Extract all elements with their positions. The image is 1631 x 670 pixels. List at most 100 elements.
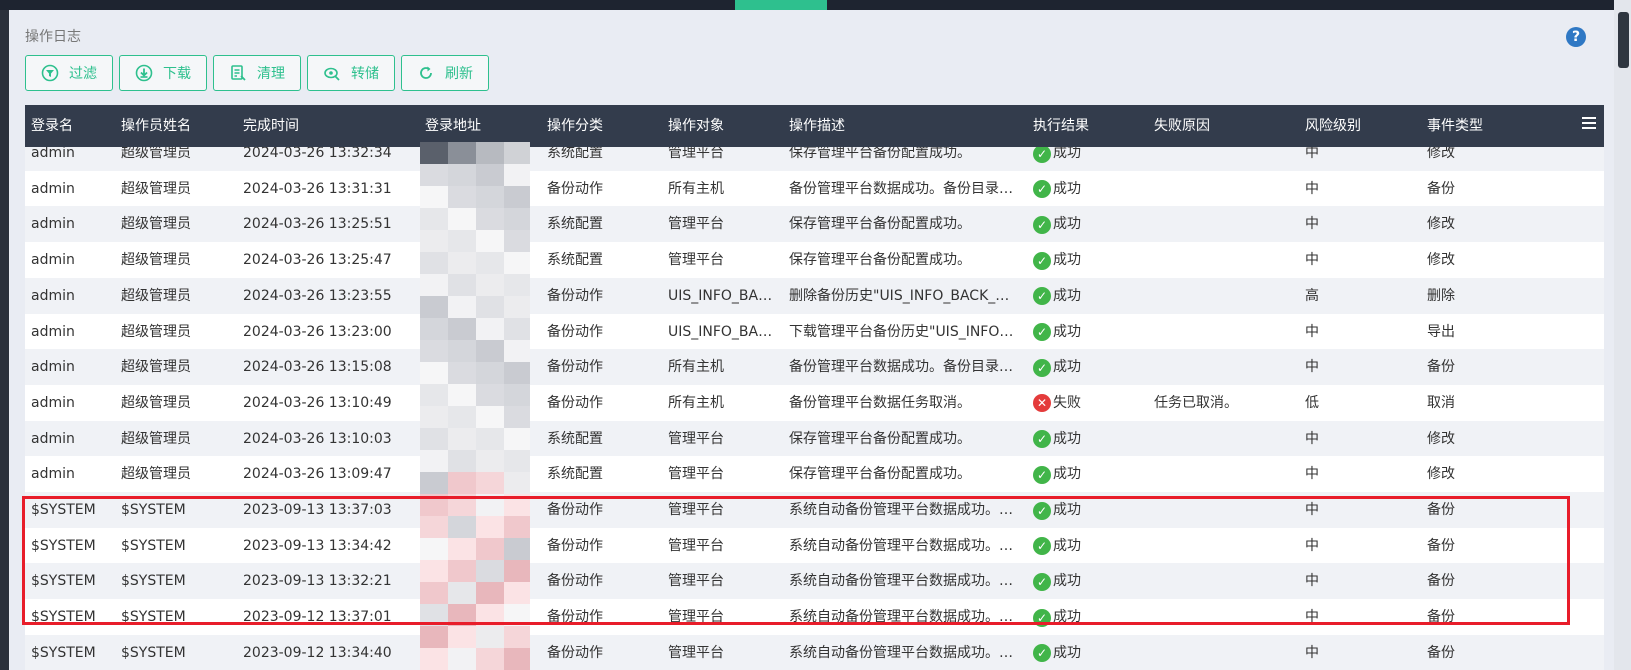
cell-event: 修改 bbox=[1427, 430, 1455, 447]
blur-block bbox=[504, 604, 530, 626]
blur-block bbox=[504, 384, 530, 406]
cell-login: admin bbox=[31, 323, 75, 340]
table-row[interactable]: admin 超级管理员 2024-03-26 13:23:55 备份动作 UIS_INF… bbox=[25, 277, 1604, 315]
success-icon: ✓ bbox=[1033, 287, 1051, 306]
cell-desc: 系统自动备份管理平台数据成功。… bbox=[789, 537, 1013, 554]
success-icon: ✓ bbox=[1033, 465, 1051, 484]
cell-target: 管理平台 bbox=[668, 609, 724, 626]
blur-block bbox=[420, 582, 448, 604]
cell-desc: 下载管理平台备份历史"UIS_INFO… bbox=[789, 323, 1014, 340]
table-row[interactable]: admin 超级管理员 2024-03-26 13:25:51 系统配置 管理平台 保存管… bbox=[25, 206, 1604, 244]
cell-login: $SYSTEM bbox=[31, 644, 96, 661]
cell-event: 修改 bbox=[1427, 252, 1455, 269]
help-icon[interactable]: ? bbox=[1566, 27, 1586, 47]
column-header-description[interactable]: 操作描述 bbox=[789, 105, 845, 147]
column-header-address[interactable]: 登录地址 bbox=[425, 105, 481, 147]
column-header-event-type[interactable]: 事件类型 bbox=[1427, 105, 1483, 147]
cell-category: 备份动作 bbox=[547, 644, 603, 661]
cell-login: admin bbox=[31, 430, 75, 447]
cell-risk: 中 bbox=[1305, 216, 1319, 233]
cell-reason bbox=[1154, 242, 1302, 279]
blur-block bbox=[448, 340, 476, 362]
page-scrollbar[interactable] bbox=[1614, 0, 1631, 670]
table-row[interactable]: $SYSTEM $SYSTEM 2023-09-12 13:34:40 备份动作 管理平… bbox=[25, 634, 1604, 670]
cell-event: 备份 bbox=[1427, 609, 1455, 626]
result-text: 成功 bbox=[1053, 323, 1081, 340]
blur-block bbox=[476, 538, 504, 560]
result-text: 成功 bbox=[1053, 430, 1081, 447]
clear-button[interactable]: 清理 bbox=[213, 55, 301, 91]
blur-block bbox=[504, 230, 530, 252]
blur-block bbox=[476, 186, 504, 208]
cell-result: ✓ 成功 bbox=[1033, 421, 1151, 458]
cell-time: 2024-03-26 13:31:31 bbox=[243, 180, 392, 197]
blur-block bbox=[448, 384, 476, 406]
column-menu-icon[interactable] bbox=[1582, 117, 1596, 129]
table-row[interactable]: admin 超级管理员 2024-03-26 13:23:00 备份动作 UIS_INF… bbox=[25, 313, 1604, 351]
failure-icon: ✕ bbox=[1033, 394, 1051, 413]
cell-risk: 中 bbox=[1305, 323, 1319, 340]
table-row[interactable]: $SYSTEM $SYSTEM 2023-09-13 13:32:21 备份动作 管理平… bbox=[25, 563, 1604, 601]
table-row[interactable]: admin 超级管理员 2024-03-26 13:10:49 备份动作 所有主机 备份管… bbox=[25, 384, 1604, 422]
column-header-failure-reason[interactable]: 失败原因 bbox=[1154, 105, 1210, 147]
blur-block bbox=[504, 340, 530, 362]
blur-block bbox=[476, 582, 504, 604]
cell-login: admin bbox=[31, 287, 75, 304]
cell-event: 取消 bbox=[1427, 394, 1455, 411]
cell-desc: 备份管理平台数据成功。备份目录… bbox=[789, 180, 1013, 197]
cell-category: 系统配置 bbox=[547, 216, 603, 233]
column-header-operator[interactable]: 操作员姓名 bbox=[121, 105, 191, 147]
cell-event: 备份 bbox=[1427, 502, 1455, 518]
cell-risk: 中 bbox=[1305, 609, 1319, 626]
table-row[interactable]: $SYSTEM $SYSTEM 2023-09-12 13:37:01 备份动作 管理平… bbox=[25, 599, 1604, 637]
page-scrollbar-thumb[interactable] bbox=[1618, 12, 1629, 68]
table-row[interactable]: admin 超级管理员 2024-03-26 13:31:31 备份动作 所有主机 备份管… bbox=[25, 170, 1604, 208]
cell-time: 2023-09-13 13:32:21 bbox=[243, 573, 392, 590]
refresh-button[interactable]: 刷新 bbox=[401, 55, 489, 91]
table-row[interactable]: $SYSTEM $SYSTEM 2023-09-13 13:37:03 备份动作 管理平… bbox=[25, 492, 1604, 529]
cell-target: 所有主机 bbox=[668, 359, 724, 376]
blur-block bbox=[448, 626, 476, 648]
column-header-result[interactable]: 执行结果 bbox=[1033, 105, 1089, 147]
column-header-target[interactable]: 操作对象 bbox=[668, 105, 724, 147]
cell-operator: 超级管理员 bbox=[121, 466, 191, 483]
blur-block bbox=[448, 428, 476, 450]
filter-button[interactable]: 过滤 bbox=[25, 55, 113, 91]
cell-risk: 中 bbox=[1305, 180, 1319, 197]
column-header-risk-level[interactable]: 风险级别 bbox=[1305, 105, 1361, 147]
cell-time: 2024-03-26 13:23:00 bbox=[243, 323, 392, 340]
success-icon: ✓ bbox=[1033, 537, 1051, 556]
dump-button[interactable]: 转储 bbox=[307, 55, 395, 91]
blur-block bbox=[420, 186, 448, 208]
download-button[interactable]: 下载 bbox=[119, 55, 207, 91]
cell-reason: 任务已取消。 bbox=[1154, 394, 1238, 411]
cell-result: ✓ 成功 bbox=[1033, 635, 1151, 670]
result-text: 成功 bbox=[1053, 644, 1081, 661]
column-header-login[interactable]: 登录名 bbox=[31, 105, 73, 147]
table-row[interactable]: $SYSTEM $SYSTEM 2023-09-13 13:34:42 备份动作 管理平… bbox=[25, 527, 1604, 565]
column-header-category[interactable]: 操作分类 bbox=[547, 105, 603, 147]
cell-desc: 系统自动备份管理平台数据成功。… bbox=[789, 609, 1013, 626]
blur-block bbox=[448, 450, 476, 472]
cell-result: ✓ 成功 bbox=[1033, 456, 1151, 493]
cell-login: admin bbox=[31, 147, 75, 161]
cell-category: 备份动作 bbox=[547, 180, 603, 197]
column-header-time[interactable]: 完成时间 bbox=[243, 105, 299, 147]
cell-desc: 保存管理平台备份配置成功。 bbox=[789, 466, 971, 483]
cell-event: 备份 bbox=[1427, 359, 1455, 376]
blur-block bbox=[476, 252, 504, 274]
blur-block bbox=[448, 318, 476, 340]
result-text: 成功 bbox=[1053, 537, 1081, 554]
blur-block bbox=[448, 274, 476, 296]
cell-desc: 保存管理平台备份配置成功。 bbox=[789, 216, 971, 233]
table-row[interactable]: admin 超级管理员 2024-03-26 13:09:47 系统配置 管理平台 保存管… bbox=[25, 456, 1604, 494]
cell-event: 备份 bbox=[1427, 537, 1455, 554]
blur-block bbox=[504, 164, 530, 186]
cell-time: 2024-03-26 13:10:03 bbox=[243, 430, 392, 447]
table-row[interactable]: admin 超级管理员 2024-03-26 13:10:03 系统配置 管理平台 保存管… bbox=[25, 420, 1604, 458]
table-row[interactable]: admin 超级管理员 2024-03-26 13:32:34 系统配置 管理平台 保存管… bbox=[25, 147, 1604, 172]
cell-target: 管理平台 bbox=[668, 573, 724, 590]
blur-block bbox=[476, 362, 504, 384]
table-row[interactable]: admin 超级管理员 2024-03-26 13:25:47 系统配置 管理平台 保存管… bbox=[25, 242, 1604, 280]
table-row[interactable]: admin 超级管理员 2024-03-26 13:15:08 备份动作 所有主机 备份管… bbox=[25, 349, 1604, 387]
